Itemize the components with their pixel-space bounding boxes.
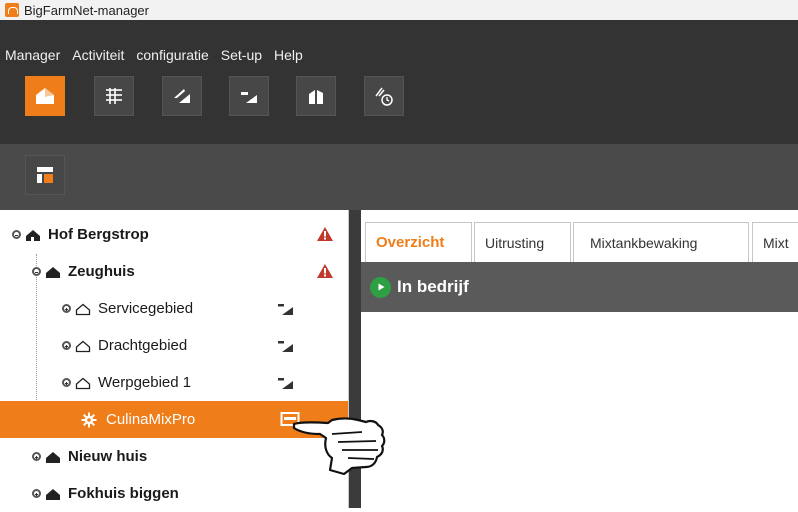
house-icon [36,88,54,104]
main-toolbar [0,66,798,144]
farm-icon [26,229,40,241]
menu-configuratie[interactable]: configuratie [136,47,208,63]
house-icon [46,488,60,500]
play-icon [370,276,391,298]
tree-item-zeughuis[interactable]: Zeughuis [0,253,348,290]
house-outline-icon [75,340,91,352]
tree-item-label: Servicegebied [98,300,194,317]
house-icon [46,266,60,278]
tree-item-label: Fokhuis biggen [68,485,179,502]
layout-icon [37,167,53,183]
layout-button[interactable] [25,155,65,195]
unit-status-icon [278,304,293,315]
timer-button[interactable] [364,76,404,116]
expand-icon[interactable] [62,341,71,350]
timer-icon [375,87,393,106]
tree-item-label: Zeughuis [68,263,135,280]
house-outline-icon [75,377,91,389]
expand-icon[interactable] [32,452,41,461]
tree-item-label: Nieuw huis [68,448,148,465]
tree-item-hof-bergstrop[interactable]: Hof Bergstrop [0,216,348,253]
house-icon [46,451,60,463]
tree-item-label: Drachtgebied [98,337,188,354]
menu-activiteit[interactable]: Activiteit [72,47,124,63]
pointing-hand-icon [292,417,386,476]
warning-icon [317,264,333,278]
tree-item-drachtgebied[interactable]: Drachtgebied [0,327,348,364]
expand-icon[interactable] [62,304,71,313]
grid-icon [106,88,122,104]
menu-bar: Manager Activiteit configuratie Set-up H… [0,43,798,66]
title-bar: BigFarmNet-manager [0,0,798,21]
detail-pane: Overzicht Uitrusting Mixtankbewaking Mix… [361,210,798,508]
subunit-button[interactable] [229,76,269,116]
house-outline-icon [75,303,91,315]
app-logo-icon [5,3,19,17]
tab-overzicht[interactable]: Overzicht [365,222,472,262]
collapse-icon[interactable] [32,267,41,276]
tab-uitrusting[interactable]: Uitrusting [474,222,571,262]
secondary-toolbar [0,144,798,210]
building-button[interactable] [296,76,336,116]
gear-icon [81,412,97,427]
overview-button[interactable] [25,76,65,116]
menu-help[interactable]: Help [274,47,303,63]
subunit-icon [241,92,257,103]
unit-status-icon [278,341,293,352]
status-text: In bedrijf [397,277,469,296]
tree-item-servicegebied[interactable]: Servicegebied [0,290,348,327]
unit-button[interactable] [162,76,202,116]
menu-manager[interactable]: Manager [5,47,60,63]
menu-setup[interactable]: Set-up [221,47,262,63]
warning-icon [317,227,333,241]
tab-mixt[interactable]: Mixt [752,222,798,262]
collapse-icon[interactable] [12,230,21,239]
tab-bar: Overzicht Uitrusting Mixtankbewaking Mix… [361,222,798,262]
building-icon [309,90,323,104]
expand-icon[interactable] [32,489,41,498]
expand-icon[interactable] [62,378,71,387]
tree-item-werpgebied-1[interactable]: Werpgebied 1 [0,364,348,401]
header-strip [0,20,798,43]
tree-item-fokhuis-biggen[interactable]: Fokhuis biggen [0,475,348,512]
tree-item-label: CulinaMixPro [106,411,196,428]
tree-item-label: Hof Bergstrop [48,226,149,243]
tree-item-label: Werpgebied 1 [98,374,192,391]
status-banner: In bedrijf [361,262,798,312]
grid-button[interactable] [94,76,134,116]
unit-status-icon [278,378,293,389]
tab-mixtankbewaking[interactable]: Mixtankbewaking [573,222,749,262]
unit-icon [174,89,190,103]
window-title: BigFarmNet-manager [24,2,149,18]
